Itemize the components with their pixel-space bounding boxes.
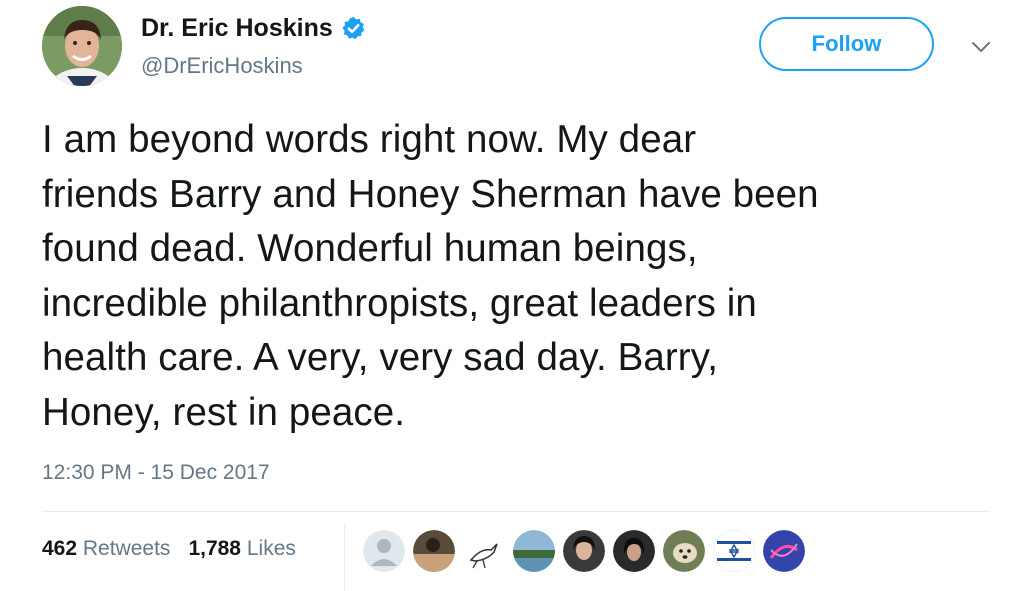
likes-stat[interactable]: 1,788 Likes [188, 537, 295, 561]
landscape-avatar-icon[interactable] [513, 530, 555, 572]
liker-avatars [363, 530, 805, 572]
display-name[interactable]: Dr. Eric Hoskins [141, 14, 366, 43]
user-avatar-icon[interactable] [563, 530, 605, 572]
tweet-line: I am beyond words right now. My dear [42, 118, 697, 161]
dog-avatar-icon[interactable] [663, 530, 705, 572]
user-avatar-icon[interactable] [413, 530, 455, 572]
tweet-timestamp[interactable]: 12:30 PM - 15 Dec 2017 [42, 461, 270, 485]
likes-label: Likes [246, 537, 296, 560]
abstract-avatar-icon[interactable] [763, 530, 805, 572]
israel-flag-avatar-icon[interactable] [713, 530, 755, 572]
tweet-stats: 462 Retweets 1,788 Likes [42, 537, 296, 561]
follow-button[interactable]: Follow [759, 17, 934, 71]
bird-drawing-avatar-icon[interactable] [463, 530, 505, 572]
likes-count: 1,788 [188, 537, 241, 560]
profile-photo-icon [42, 6, 122, 86]
divider [42, 511, 990, 512]
tweet-line: health care. A very, very sad day. Barry… [42, 336, 719, 379]
tweet-line: incredible philanthropists, great leader… [42, 281, 757, 325]
default-avatar-icon[interactable] [363, 530, 405, 572]
user-identity: Dr. Eric Hoskins @DrEricHoskins [141, 14, 366, 79]
tweet-text: I am beyond words right now. My dear fri… [42, 113, 1002, 440]
display-name-text[interactable]: Dr. Eric Hoskins [141, 14, 333, 43]
tweet-line: Honey, rest in peace. [42, 390, 406, 434]
retweets-stat[interactable]: 462 Retweets [42, 537, 170, 561]
retweets-label: Retweets [82, 537, 171, 560]
verified-badge-icon [342, 17, 365, 40]
profile-avatar[interactable] [42, 6, 122, 86]
user-handle[interactable]: @DrEricHoskins [141, 53, 366, 79]
user-avatar-icon[interactable] [613, 530, 655, 572]
tweet-line: friends Barry and Honey Sherman have bee… [42, 172, 819, 216]
chevron-down-icon[interactable] [968, 38, 994, 56]
retweets-count: 462 [42, 537, 78, 560]
tweet-line: found dead. Wonderful human beings, [42, 227, 698, 270]
stats-separator [344, 523, 345, 591]
tweet-header: Dr. Eric Hoskins @DrEricHoskins Follow [42, 6, 994, 90]
